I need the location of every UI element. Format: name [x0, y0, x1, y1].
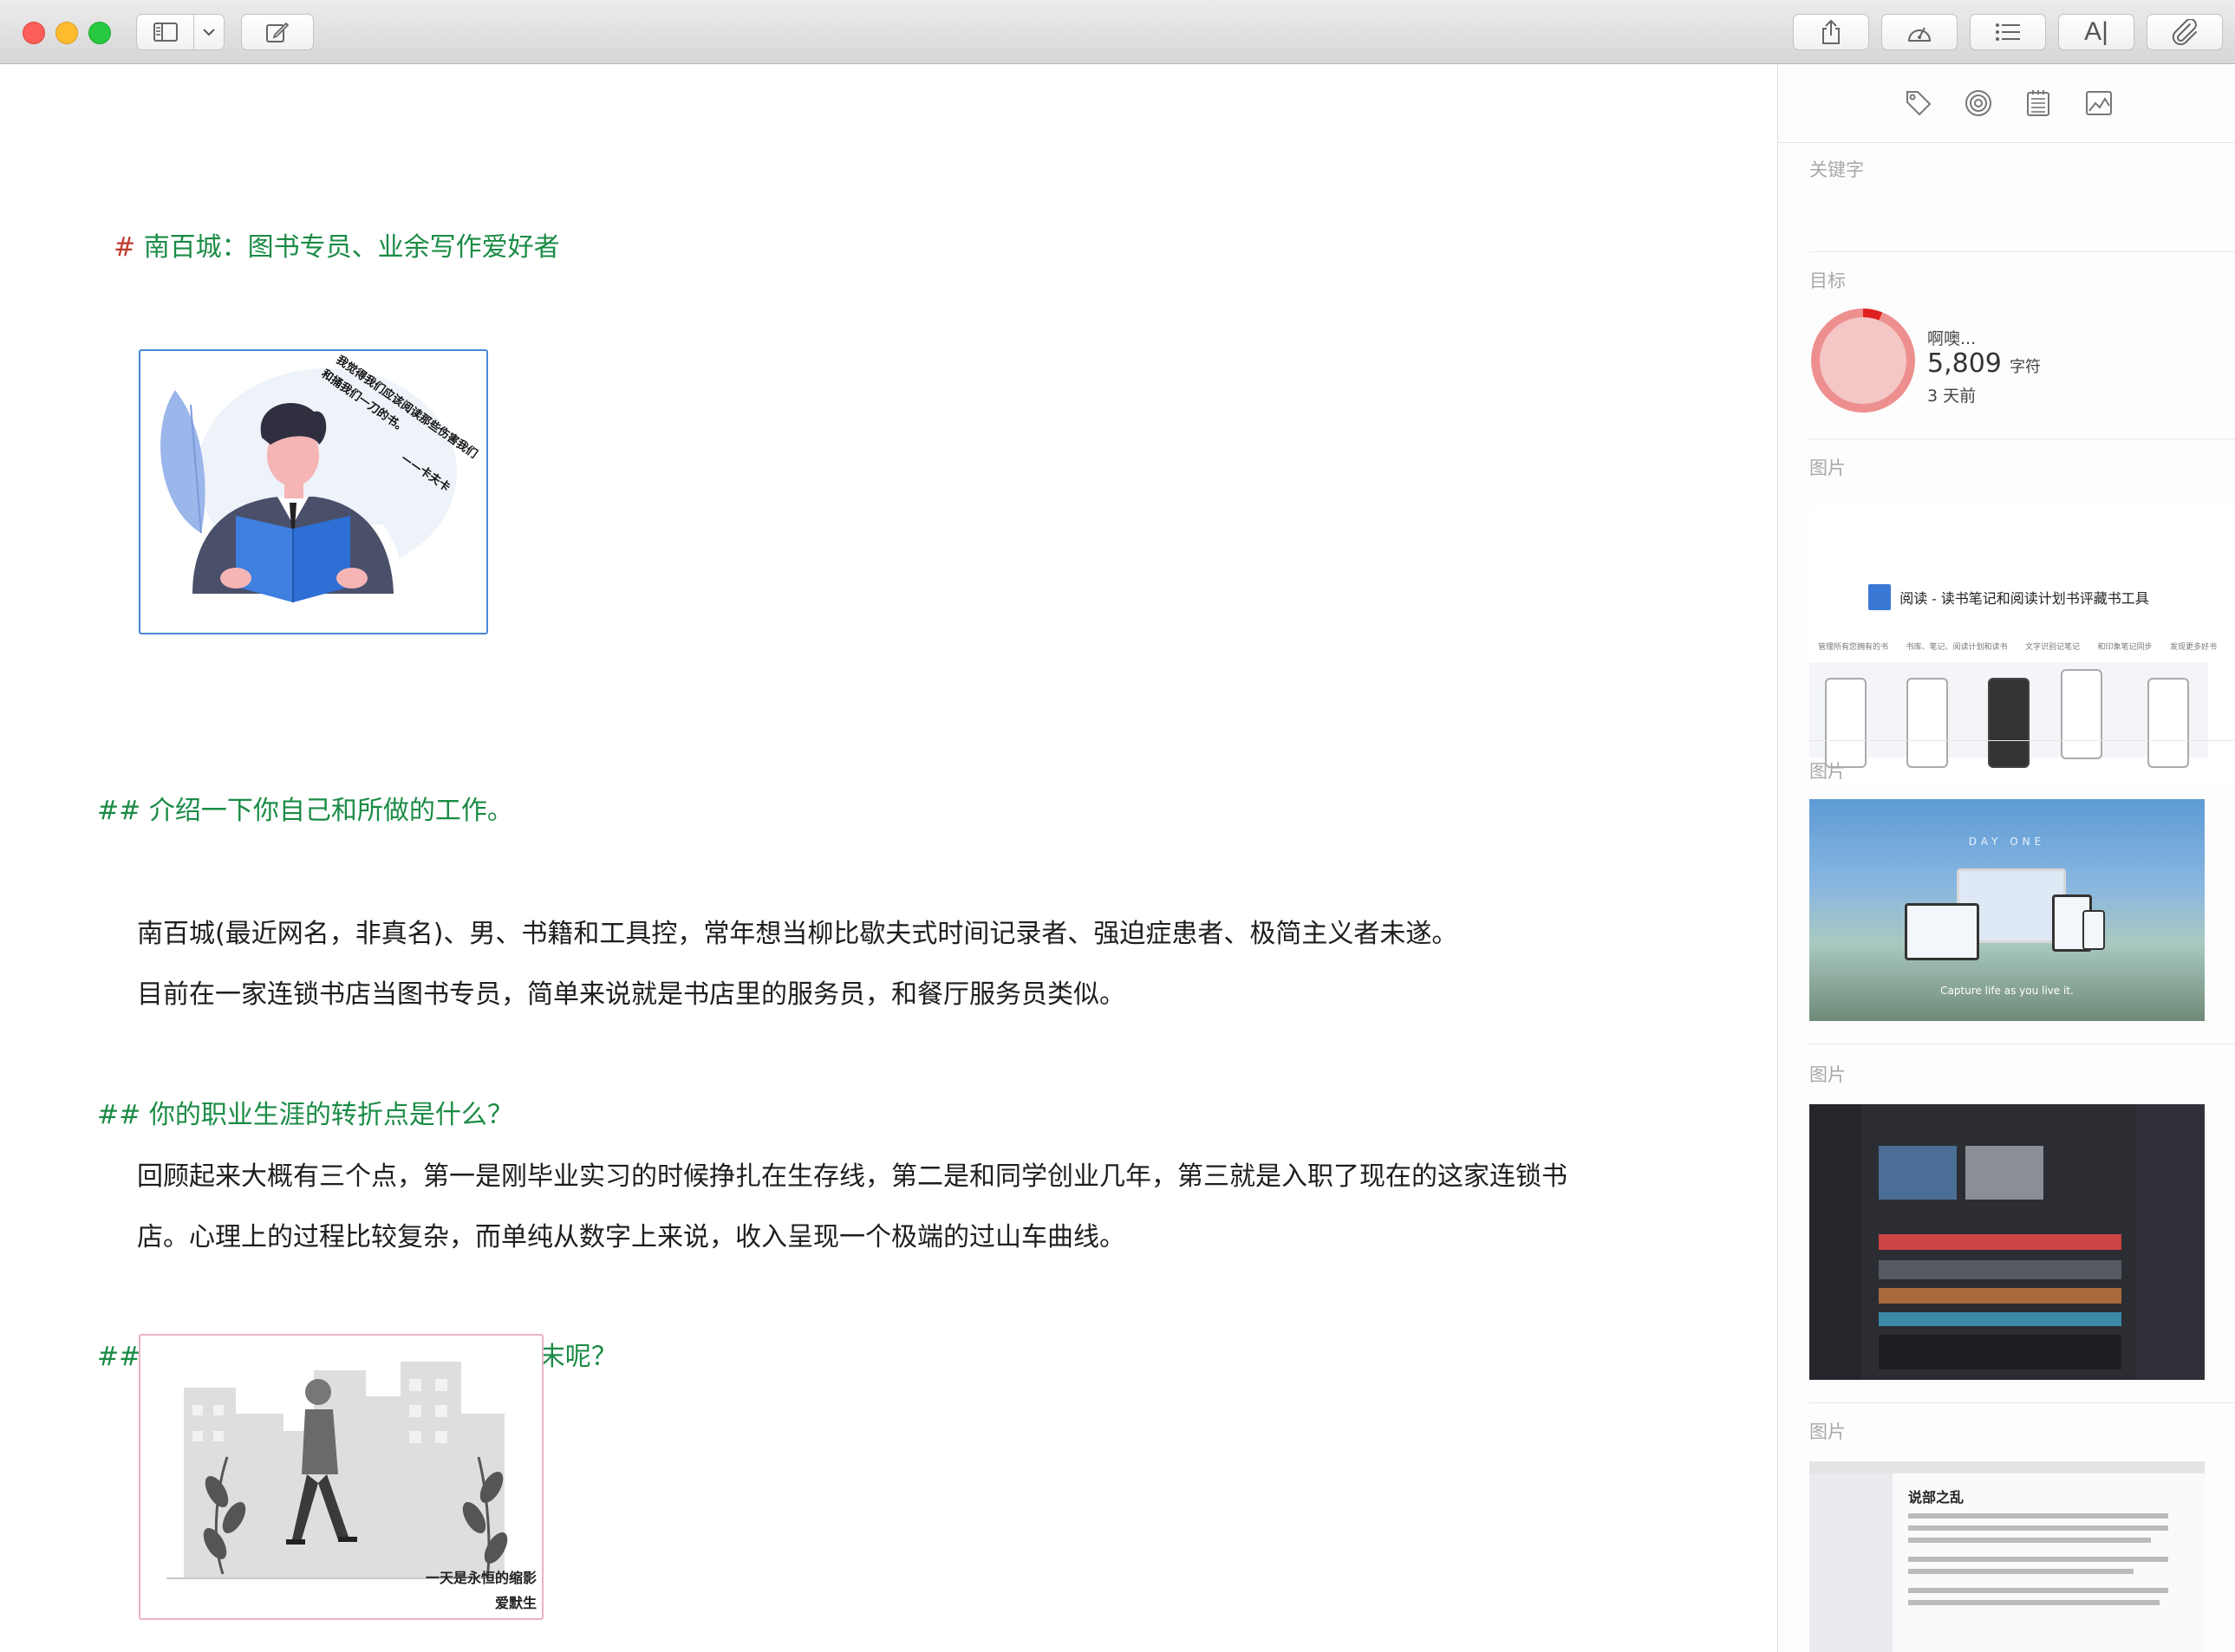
divider — [1809, 251, 2235, 252]
goal-count-row: 5,809 字符 — [1927, 348, 2041, 379]
keywords-label: 关键字 — [1809, 159, 1864, 180]
inline-image-reading[interactable]: 我觉得我们应该阅读那些伤害我们 和捅我们一刀的书。 ——卡夫卡 — [139, 349, 488, 634]
heading-2-marker: ## — [97, 1342, 141, 1372]
outline-button[interactable] — [1970, 14, 2046, 50]
paperclip-icon — [2171, 19, 2199, 45]
heading-1-marker: # — [114, 232, 136, 263]
attachments-button[interactable] — [2147, 14, 2223, 50]
paragraph-line: 店。心理上的过程比较复杂，而单纯从数字上来说，收入呈现一个极端的过山车曲线。 — [137, 1222, 1125, 1252]
minimize-window-button[interactable] — [55, 22, 78, 44]
image-icon — [2084, 91, 2114, 121]
images-label: 图片 — [1809, 1064, 1846, 1085]
tab-images[interactable] — [2084, 88, 2114, 118]
heading-2-intro: ## 介绍一下你自己和所做的工作。 — [97, 789, 513, 827]
thumb1-title: 阅读 - 读书笔记和阅读计划书评藏书工具 — [1899, 590, 2149, 607]
inline-image-walking[interactable]: 一天是永恒的缩影 爱默生 — [139, 1334, 544, 1620]
thumb4-title: 说部之乱 — [1908, 1489, 1965, 1506]
heading-2-turning-point: ## 你的职业生涯的转折点是什么？ — [97, 1093, 513, 1131]
close-window-button[interactable] — [23, 22, 45, 44]
image-thumbnail-dark-app[interactable] — [1809, 1104, 2205, 1380]
thumb1-col: 文字识别记笔记 — [2024, 643, 2080, 652]
goal-progress-ring[interactable] — [1809, 307, 1917, 414]
divider — [1809, 1402, 2235, 1403]
thumb2-tagline: Capture life as you live it. — [1940, 985, 2074, 997]
image-thumbnail-document[interactable]: 说部之乱 — [1809, 1461, 2205, 1652]
thumb1-title-row: 阅读 - 读书笔记和阅读计划书评藏书工具 — [1809, 584, 2208, 610]
markdown-editor[interactable]: # 南百城：图书专员、业余写作爱好者 我觉得我们应该阅读那些伤害我们 和捅我们一… — [0, 64, 1777, 1652]
sidebar-icon[interactable] — [137, 15, 193, 49]
goal-status: 啊噢... — [1927, 329, 1977, 348]
heading-1-text: 南百城：图书专员、业余写作爱好者 — [143, 232, 560, 263]
thumb1-col: 和印象笔记同步 — [2097, 643, 2153, 652]
tag-icon — [1904, 91, 1933, 121]
goal-label: 目标 — [1809, 270, 1846, 291]
heading-2-text: 介绍一下你自己和所做的工作。 — [148, 796, 513, 826]
share-icon — [1821, 19, 1841, 45]
thumb1-col: 书库、笔记、阅读计划和读书 — [1906, 643, 2008, 652]
attachments-panel: 关键字 目标 啊噢... 5,809 字符 3 天前 图片 阅读 - 读书笔记和… — [1777, 64, 2235, 1652]
thumb1-col: 发现更多好书 — [2169, 643, 2217, 652]
walking-man-illustration: 一天是永恒的缩影 爱默生 — [166, 1362, 537, 1611]
speedometer-icon — [1906, 20, 1933, 44]
divider — [1778, 142, 2235, 143]
goal-count: 5,809 — [1927, 348, 2002, 379]
thumb1-phones — [1809, 662, 2208, 768]
chevron-down-icon[interactable] — [194, 15, 224, 49]
divider — [1809, 740, 2235, 741]
tab-keywords[interactable] — [1904, 88, 1933, 118]
paragraph-line: 南百城(最近网名，非真名)、男、书籍和工具控，常年想当柳比歇夫式时间记录者、强迫… — [137, 919, 1458, 949]
paragraph-line: 目前在一家连锁书店当图书专员，简单来说就是书店里的服务员，和餐厅服务员类似。 — [137, 979, 1125, 1010]
heading-2-marker: ## — [97, 796, 141, 826]
goal-gauge-button[interactable] — [1881, 14, 1958, 50]
compose-icon — [265, 21, 290, 43]
heading-2-text: 你的职业生涯的转折点是什么？ — [148, 1100, 513, 1130]
image-thumbnail-dayone[interactable]: DAY ONE Capture life as you live it. — [1809, 799, 2205, 1021]
window-toolbar: A| — [0, 0, 2235, 64]
thumb1-columns: 管理所有您拥有的书 书库、笔记、阅读计划和读书 文字识别记笔记 和印象笔记同步 … — [1818, 641, 2217, 652]
thumb1-col: 管理所有您拥有的书 — [1818, 643, 1889, 652]
text-style-icon: A| — [2084, 17, 2108, 46]
reading-man-illustration: 我觉得我们应该阅读那些伤害我们 和捅我们一刀的书。 ——卡夫卡 — [160, 353, 480, 611]
goal-time: 3 天前 — [1927, 387, 1977, 406]
tab-notes[interactable] — [2023, 88, 2053, 118]
zoom-window-button[interactable] — [88, 22, 111, 44]
heading-2-marker: ## — [97, 1100, 141, 1130]
images-label: 图片 — [1809, 458, 1846, 478]
thumb2-devices — [1905, 868, 2113, 964]
image-thumbnail-app-page[interactable]: 阅读 - 读书笔记和阅读计划书评藏书工具 管理所有您拥有的书 书库、笔记、阅读计… — [1809, 506, 2235, 784]
heading-1: # 南百城：图书专员、业余写作爱好者 — [114, 225, 560, 263]
list-icon — [1995, 23, 2021, 42]
images-label: 图片 — [1809, 761, 1846, 782]
sidebar-toggle-group — [136, 14, 225, 50]
thumb2-brand: DAY ONE — [1968, 836, 2046, 848]
target-icon — [1964, 90, 1993, 121]
new-sheet-button[interactable] — [241, 14, 314, 50]
share-button[interactable] — [1793, 14, 1869, 50]
keywords-field[interactable] — [1809, 185, 2217, 237]
quote-caption: 一天是永恒的缩影 — [426, 1570, 537, 1586]
goal-unit: 字符 — [2009, 358, 2041, 376]
paragraph-line: 回顾起来大概有三个点，第一是刚毕业实习的时候挣扎在生存线，第二是和同学创业几年，… — [137, 1161, 1567, 1192]
quote-author: 爱默生 — [495, 1595, 537, 1611]
notes-icon — [2023, 90, 2053, 121]
text-style-button[interactable]: A| — [2058, 14, 2134, 50]
images-label: 图片 — [1809, 1421, 1846, 1442]
tab-goal[interactable] — [1964, 88, 1993, 118]
